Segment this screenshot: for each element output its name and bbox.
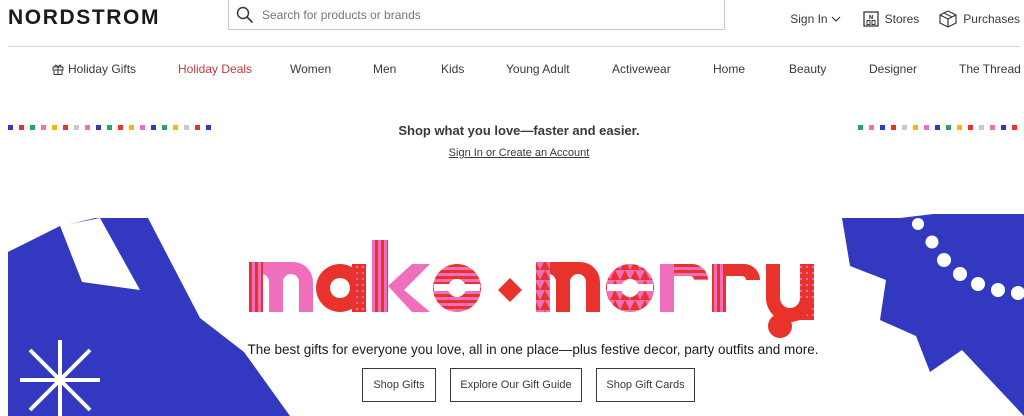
search-input[interactable] — [260, 6, 704, 23]
nav-item-women[interactable]: Women — [290, 62, 331, 76]
make-merry-headline — [249, 240, 814, 338]
nav-item-young-adult[interactable]: Young Adult — [506, 62, 570, 76]
signin-banner-title: Shop what you love—faster and easier. — [398, 123, 640, 138]
purchases-link[interactable]: Purchases — [939, 10, 1020, 28]
explore-gift-guide-button[interactable]: Explore Our Gift Guide — [450, 368, 582, 402]
nav-item-holiday-deals[interactable]: Holiday Deals — [178, 62, 252, 76]
box-icon — [939, 10, 957, 28]
nordstrom-logo[interactable]: NORDSTROM — [8, 6, 160, 30]
shop-gifts-button[interactable]: Shop Gifts — [362, 368, 436, 402]
sign-in-link[interactable]: Sign In — [790, 12, 841, 26]
shop-gift-cards-button[interactable]: Shop Gift Cards — [596, 368, 695, 402]
nav-item-the-thread[interactable]: The Thread — [959, 62, 1021, 76]
nav-item-kids[interactable]: Kids — [441, 62, 464, 76]
signin-create-account-link[interactable]: Sign In or Create an Account — [449, 147, 590, 159]
nav-item-men[interactable]: Men — [373, 62, 396, 76]
chevron-down-icon — [831, 16, 841, 22]
purchases-label: Purchases — [963, 12, 1020, 26]
gift-icon — [52, 64, 64, 75]
sign-in-label: Sign In — [790, 12, 828, 26]
hero-cta-group: Shop Gifts Explore Our Gift Guide Shop G… — [362, 368, 709, 402]
search-icon — [236, 6, 254, 23]
store-icon: N — [862, 11, 879, 27]
hero-left-decoration — [8, 218, 290, 416]
nav-item-activewear[interactable]: Activewear — [612, 62, 671, 76]
hero-subtext: The best gifts for everyone you love, al… — [247, 342, 819, 357]
nav-item-home[interactable]: Home — [713, 62, 745, 76]
stores-link[interactable]: N Stores — [862, 11, 920, 27]
nav-item-holiday-gifts[interactable]: Holiday Gifts — [52, 62, 136, 76]
nav-item-beauty[interactable]: Beauty — [789, 62, 826, 76]
account-links: Sign In N Stores Purchases — [790, 10, 1020, 28]
hero-right-decoration — [842, 214, 1024, 416]
search-bar[interactable] — [228, 0, 725, 30]
nav-label: Holiday Gifts — [68, 62, 137, 76]
header-divider — [8, 46, 1020, 47]
nav-item-designer[interactable]: Designer — [869, 62, 917, 76]
main-nav: Holiday Gifts Holiday Deals Women Men Ki… — [0, 62, 1024, 80]
stores-label: Stores — [884, 12, 920, 26]
